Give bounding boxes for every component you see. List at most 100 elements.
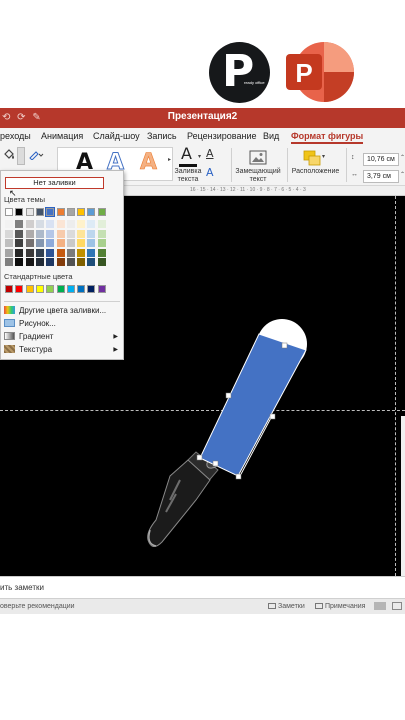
tab-animation[interactable]: Анимация <box>41 131 83 141</box>
shape-fill-icon[interactable] <box>2 148 16 162</box>
check-recommendations-link[interactable]: оверьте рекомендации <box>0 603 75 610</box>
theme-color-shade-swatch[interactable] <box>66 248 75 257</box>
theme-color-swatch[interactable] <box>15 208 24 216</box>
theme-color-shade-swatch[interactable] <box>87 220 96 228</box>
theme-color-shade-swatch[interactable] <box>66 229 75 238</box>
text-outline-icon[interactable]: A <box>206 147 214 160</box>
theme-color-swatch[interactable] <box>25 208 34 216</box>
theme-color-shade-swatch[interactable] <box>87 248 96 257</box>
theme-color-shade-swatch[interactable] <box>25 220 34 228</box>
text-fill-button[interactable]: A <box>178 144 200 167</box>
theme-color-shade-swatch[interactable] <box>25 229 34 238</box>
no-fill-option[interactable]: Нет заливки <box>5 177 104 189</box>
theme-color-shade-swatch[interactable] <box>15 248 24 257</box>
resize-handle[interactable] <box>281 342 288 349</box>
theme-color-shade-swatch[interactable] <box>46 229 55 238</box>
theme-color-swatch[interactable] <box>66 208 75 216</box>
picture-fill-item[interactable]: Рисунок... <box>4 318 120 330</box>
gradient-fill-item[interactable]: Градиент ▶ <box>4 331 120 343</box>
alt-text-icon[interactable] <box>249 150 267 166</box>
theme-color-swatch[interactable] <box>35 208 44 216</box>
theme-color-shade-swatch[interactable] <box>46 248 55 257</box>
theme-color-shade-swatch[interactable] <box>66 220 75 228</box>
theme-color-shade-swatch[interactable] <box>77 239 86 247</box>
theme-color-shade-swatch[interactable] <box>15 258 24 266</box>
resize-handle[interactable] <box>196 454 203 461</box>
resize-handle[interactable] <box>225 392 232 399</box>
theme-color-shade-swatch[interactable] <box>56 220 65 228</box>
width-stepper-icon[interactable]: ⌃ <box>400 171 405 178</box>
theme-color-shade-swatch[interactable] <box>56 248 65 257</box>
theme-color-shade-swatch[interactable] <box>35 248 44 257</box>
standard-color-swatch[interactable] <box>35 285 44 293</box>
comments-toggle-button[interactable]: Примечания <box>315 603 365 610</box>
theme-color-shade-swatch[interactable] <box>25 258 34 266</box>
more-fill-colors-item[interactable]: Другие цвета заливки... <box>4 305 120 317</box>
theme-color-shade-swatch[interactable] <box>15 220 24 228</box>
gallery-more-icon[interactable]: ▸ <box>168 156 171 163</box>
theme-color-shade-swatch[interactable] <box>66 258 75 266</box>
theme-color-shade-swatch[interactable] <box>15 239 24 247</box>
theme-color-shade-swatch[interactable] <box>46 220 55 228</box>
shape-outline-icon[interactable] <box>28 150 44 160</box>
theme-color-swatch[interactable] <box>87 208 96 216</box>
theme-color-shade-swatch[interactable] <box>35 220 44 228</box>
theme-color-swatch[interactable] <box>5 208 13 216</box>
tab-shape-format[interactable]: Формат фигуры <box>291 131 364 144</box>
theme-color-shade-swatch[interactable] <box>35 258 44 266</box>
theme-color-shade-swatch[interactable] <box>87 239 96 247</box>
tab-transitions[interactable]: реходы <box>0 131 31 141</box>
standard-color-swatch[interactable] <box>25 285 34 293</box>
standard-color-swatch[interactable] <box>87 285 96 293</box>
theme-color-shade-swatch[interactable] <box>5 229 13 238</box>
theme-color-shade-swatch[interactable] <box>56 239 65 247</box>
resize-handle[interactable] <box>235 473 242 480</box>
theme-color-shade-swatch[interactable] <box>97 229 106 238</box>
theme-color-shade-swatch[interactable] <box>77 258 86 266</box>
slide-sorter-view-icon[interactable] <box>392 602 402 610</box>
theme-color-swatch[interactable] <box>97 208 106 216</box>
tab-record[interactable]: Запись <box>147 131 177 141</box>
theme-color-shade-swatch[interactable] <box>56 229 65 238</box>
theme-color-shade-swatch[interactable] <box>56 258 65 266</box>
theme-color-shade-swatch[interactable] <box>5 248 13 257</box>
arrange-icon[interactable] <box>302 149 322 167</box>
theme-color-swatch[interactable] <box>45 207 56 217</box>
theme-color-shade-swatch[interactable] <box>87 258 96 266</box>
theme-color-shade-swatch[interactable] <box>35 239 44 247</box>
theme-color-shade-swatch[interactable] <box>5 258 13 266</box>
theme-color-shade-swatch[interactable] <box>25 239 34 247</box>
tab-slideshow[interactable]: Слайд-шоу <box>93 131 140 141</box>
standard-color-swatch[interactable] <box>97 285 106 293</box>
theme-color-shade-swatch[interactable] <box>77 248 86 257</box>
theme-color-shade-swatch[interactable] <box>77 229 86 238</box>
theme-color-shade-swatch[interactable] <box>5 239 13 247</box>
theme-color-shade-swatch[interactable] <box>66 239 75 247</box>
shape-fill-dropdown[interactable] <box>17 147 25 165</box>
notes-pane[interactable]: ить заметки <box>0 576 405 598</box>
standard-color-swatch[interactable] <box>66 285 75 293</box>
standard-color-swatch[interactable] <box>15 285 24 293</box>
theme-color-shade-swatch[interactable] <box>77 220 86 228</box>
standard-color-swatch[interactable] <box>77 285 86 293</box>
light-beam-shape[interactable] <box>200 334 306 476</box>
tab-view[interactable]: Вид <box>263 131 279 141</box>
standard-color-swatch[interactable] <box>5 285 13 293</box>
standard-color-swatch[interactable] <box>46 285 55 293</box>
theme-color-shade-swatch[interactable] <box>97 239 106 247</box>
text-effects-icon[interactable]: A <box>206 166 214 179</box>
flashlight-image[interactable] <box>147 451 224 547</box>
height-stepper-icon[interactable]: ⌃ <box>400 154 405 161</box>
wordart-style-orange[interactable]: A <box>140 150 158 176</box>
text-fill-chevron-down-icon[interactable]: ▾ <box>198 153 201 160</box>
theme-color-shade-swatch[interactable] <box>46 239 55 247</box>
resize-handle[interactable] <box>212 460 219 467</box>
standard-color-swatch[interactable] <box>56 285 65 293</box>
texture-fill-item[interactable]: Текстура ▶ <box>4 344 120 356</box>
arrange-chevron-down-icon[interactable]: ▾ <box>322 153 325 160</box>
theme-color-shade-swatch[interactable] <box>25 248 34 257</box>
theme-color-shade-swatch[interactable] <box>15 229 24 238</box>
theme-color-shade-swatch[interactable] <box>97 220 106 228</box>
shape-height-field[interactable]: 10,76 см <box>363 153 399 166</box>
theme-color-shade-swatch[interactable] <box>97 248 106 257</box>
